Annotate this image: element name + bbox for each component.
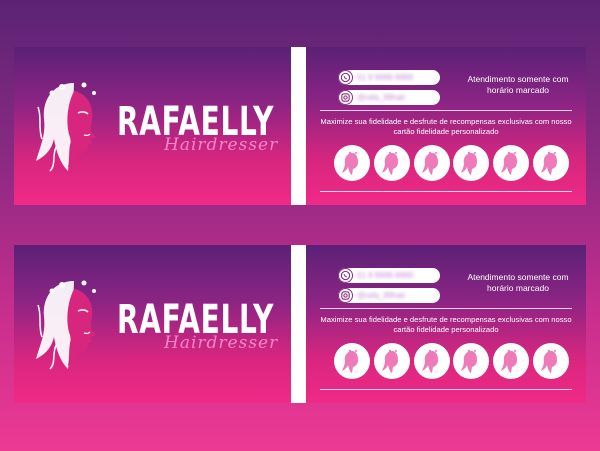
stamp-slot (453, 343, 490, 379)
whatsapp-icon (338, 70, 353, 85)
stamp-slot (373, 343, 410, 379)
woman-face-logo (36, 82, 96, 172)
loyalty-card-1: RAFAELLY Hairdresser 51 9 9999-9999 @raf… (14, 47, 586, 205)
stamp-face-icon (421, 349, 438, 373)
stamp-slot (373, 145, 410, 181)
stamp-face-icon (540, 349, 557, 373)
whatsapp-number: 51 9 9999-9999 (357, 73, 414, 82)
whatsapp-number: 51 9 9999-9999 (357, 271, 414, 280)
instagram-icon (338, 90, 353, 105)
stamp-slot (334, 343, 370, 379)
stamp-face-icon (381, 151, 398, 175)
divider-line (320, 308, 572, 309)
hours-note: Atendimento somente com horário marcado (467, 74, 569, 95)
instagram-handle: @rafa_99hair (357, 93, 406, 102)
divider-line (320, 389, 572, 390)
stamp-slot (453, 145, 490, 181)
stamp-slot (532, 145, 569, 181)
stamp-face-icon (342, 349, 358, 373)
instagram-contact: @rafa_99hair (338, 90, 440, 105)
stamp-face-icon (461, 349, 478, 373)
hours-note: Atendimento somente com horário marcado (467, 272, 569, 293)
stamp-face-icon (342, 151, 358, 175)
promo-text: Maximize sua fidelidade e desfrute de re… (320, 117, 572, 136)
stamp-face-icon (501, 151, 518, 175)
stamp-slot (334, 145, 370, 181)
woman-face-logo (36, 280, 96, 370)
whatsapp-icon (338, 268, 353, 283)
card-back: 51 9 9999-9999 @rafa_99hair Atendimento … (306, 245, 586, 403)
card-divider (291, 245, 306, 403)
brand-subtitle: Hairdresser (164, 135, 279, 155)
instagram-icon (338, 288, 353, 303)
stamp-face-icon (421, 151, 438, 175)
promo-text: Maximize sua fidelidade e desfrute de re… (320, 315, 572, 334)
divider-line (320, 191, 572, 192)
loyalty-card-2: RAFAELLY Hairdresser 51 9 9999-9999 @raf… (14, 245, 586, 403)
stamp-slot (493, 343, 530, 379)
card-front: RAFAELLY Hairdresser (14, 47, 291, 205)
card-back: 51 9 9999-9999 @rafa_99hair Atendimento … (306, 47, 586, 205)
stamp-slot (532, 343, 569, 379)
card-front: RAFAELLY Hairdresser (14, 245, 291, 403)
whatsapp-contact: 51 9 9999-9999 (338, 268, 440, 283)
stamp-face-icon (540, 151, 557, 175)
whatsapp-contact: 51 9 9999-9999 (338, 70, 440, 85)
stamp-face-icon (501, 349, 518, 373)
brand-subtitle: Hairdresser (164, 333, 279, 353)
stamp-row (334, 145, 569, 181)
stamp-slot (493, 145, 530, 181)
stamp-face-icon (461, 151, 478, 175)
instagram-contact: @rafa_99hair (338, 288, 440, 303)
stamp-slot (413, 145, 450, 181)
card-divider (291, 47, 306, 205)
divider-line (320, 110, 572, 111)
stamp-face-icon (381, 349, 398, 373)
stamp-row (334, 343, 569, 379)
instagram-handle: @rafa_99hair (357, 291, 406, 300)
stamp-slot (413, 343, 450, 379)
